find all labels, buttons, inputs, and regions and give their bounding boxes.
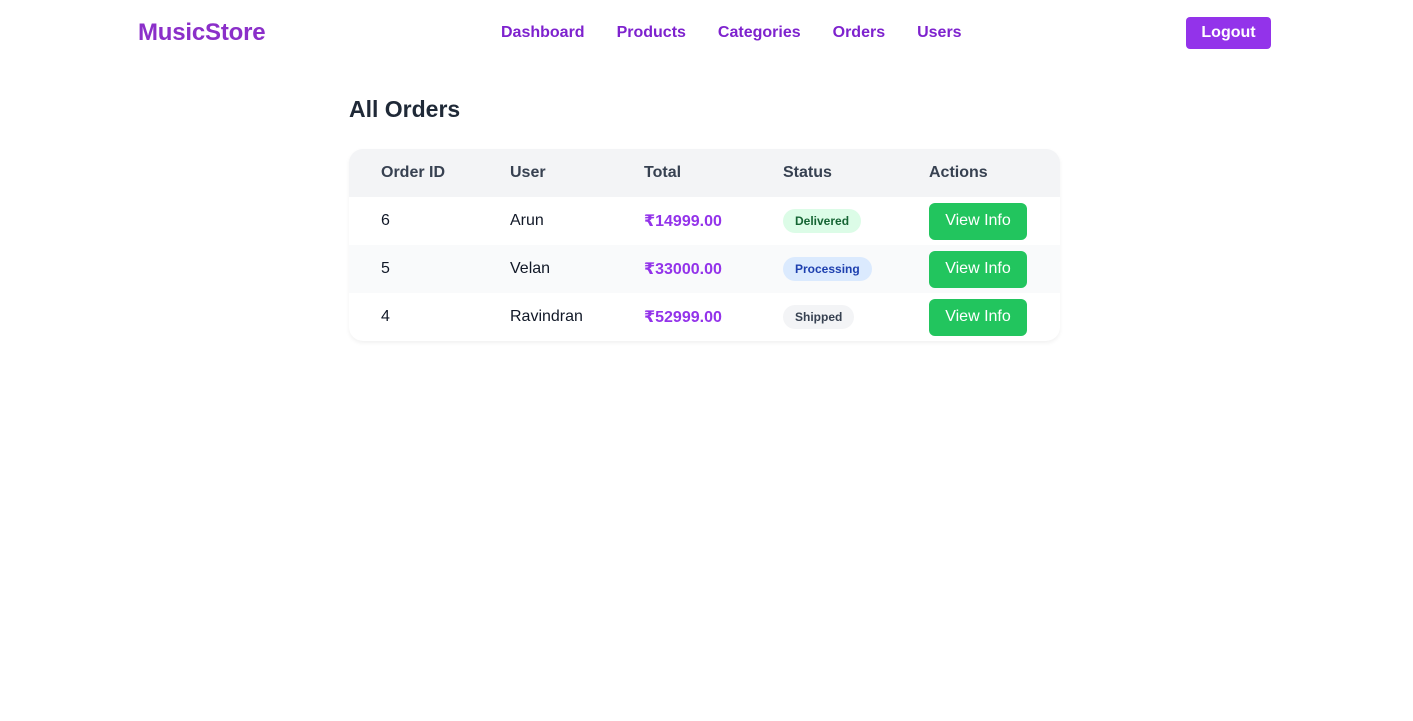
total-cell: ₹14999.00 xyxy=(644,213,722,230)
view-info-button[interactable]: View Info xyxy=(929,298,1027,336)
column-header-order-id: Order ID xyxy=(349,149,510,197)
nav-link-products[interactable]: Products xyxy=(617,24,686,42)
nav-link-dashboard[interactable]: Dashboard xyxy=(501,24,585,42)
logout-button[interactable]: Logout xyxy=(1186,17,1271,49)
column-header-total: Total xyxy=(644,149,783,197)
navbar: MusicStore Dashboard Products Categories… xyxy=(0,0,1413,68)
status-cell: Processing xyxy=(783,245,929,293)
nav-link-categories[interactable]: Categories xyxy=(718,24,801,42)
order-id-cell: 5 xyxy=(349,245,510,293)
nav-link-users[interactable]: Users xyxy=(917,24,961,42)
column-header-status: Status xyxy=(783,149,929,197)
actions-cell: View Info xyxy=(929,293,1060,341)
table-row: 4 Ravindran ₹52999.00 Shipped View Info xyxy=(349,293,1060,341)
actions-cell: View Info xyxy=(929,245,1060,293)
view-info-button[interactable]: View Info xyxy=(929,250,1027,288)
user-cell: Arun xyxy=(510,212,544,229)
status-badge: Processing xyxy=(783,257,872,281)
table-row: 6 Arun ₹14999.00 Delivered View Info xyxy=(349,197,1060,245)
brand-logo[interactable]: MusicStore xyxy=(138,19,266,47)
status-cell: Shipped xyxy=(783,293,929,341)
total-cell: ₹52999.00 xyxy=(644,309,722,326)
status-cell: Delivered xyxy=(783,197,929,245)
nav-link-orders[interactable]: Orders xyxy=(833,24,885,42)
table-row: 5 Velan ₹33000.00 Processing View Info xyxy=(349,245,1060,293)
actions-cell: View Info xyxy=(929,197,1060,245)
user-cell: Velan xyxy=(510,245,644,293)
column-header-actions: Actions xyxy=(929,149,1060,197)
total-cell: ₹33000.00 xyxy=(644,245,783,293)
column-header-user: User xyxy=(510,149,644,197)
user-cell: Ravindran xyxy=(510,308,583,325)
view-info-button[interactable]: View Info xyxy=(929,202,1027,240)
orders-table-card: Order ID User Total Status Actions 6 Aru… xyxy=(349,149,1060,341)
orders-table: Order ID User Total Status Actions 6 Aru… xyxy=(349,149,1060,341)
nav-links: Dashboard Products Categories Orders Use… xyxy=(501,24,962,42)
status-badge: Shipped xyxy=(783,305,855,329)
order-id-cell: 4 xyxy=(381,308,390,325)
order-id-cell: 6 xyxy=(381,212,390,229)
status-badge: Delivered xyxy=(783,209,862,233)
page-title: All Orders xyxy=(349,96,461,122)
table-header-row: Order ID User Total Status Actions xyxy=(349,149,1060,197)
